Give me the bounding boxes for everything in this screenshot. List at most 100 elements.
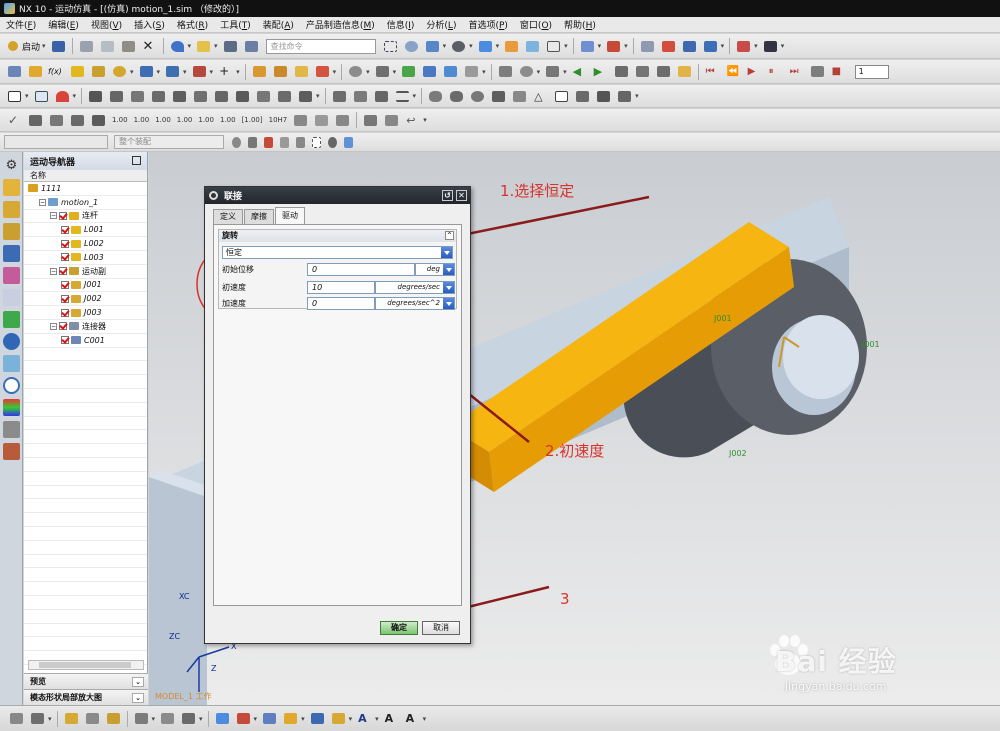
environment-icon[interactable] (6, 63, 23, 80)
link-icon[interactable] (69, 63, 86, 80)
menu-item[interactable]: 视图(V) (85, 18, 128, 31)
pause-icon[interactable]: ⏸ (767, 63, 784, 80)
navigator-row[interactable]: − 连杆 (24, 210, 147, 224)
command-finder-icon[interactable] (222, 38, 239, 55)
render-style-icon[interactable] (450, 38, 467, 55)
snap-feature-icon[interactable] (276, 88, 293, 105)
snap-center-icon[interactable] (150, 88, 167, 105)
snap-arc-icon[interactable] (171, 88, 188, 105)
select-rectangle-icon[interactable] (6, 88, 23, 105)
cylinder2-icon[interactable] (448, 88, 465, 105)
interference-icon[interactable] (293, 63, 310, 80)
navigator-row[interactable]: L001 (24, 223, 147, 238)
snap-point-icon[interactable] (87, 88, 104, 105)
filter-loop-icon[interactable] (294, 134, 306, 151)
shaded-cube-icon[interactable] (477, 38, 494, 55)
navigator-row[interactable]: J001 (24, 279, 147, 293)
acceleration-unit-select[interactable]: degrees/sec^2 (375, 297, 455, 310)
check-mark-icon[interactable]: ✓ (6, 112, 23, 129)
dialog-tab[interactable]: 定义 (213, 209, 243, 224)
bottom-box-icon[interactable] (330, 710, 347, 727)
filter-box-icon[interactable] (310, 134, 322, 151)
resource-hd3d-icon[interactable] (3, 289, 20, 306)
pmi-style-icon[interactable] (69, 112, 86, 129)
initial-velocity-input[interactable]: 10 (307, 281, 375, 294)
copy-body-icon[interactable] (314, 63, 331, 80)
loop-icon[interactable] (809, 63, 826, 80)
bottom-move-icon[interactable] (133, 710, 150, 727)
fit-tol-icon[interactable] (292, 112, 309, 129)
navigator-row[interactable]: J003 (24, 306, 147, 320)
decimal-value-4[interactable]: 1.00 (177, 116, 193, 124)
visibility-checkbox[interactable] (61, 225, 69, 234)
delete-icon[interactable]: ✕ (141, 38, 158, 55)
wcs-icon[interactable] (605, 38, 622, 55)
pmi-dimension-icon[interactable] (27, 112, 44, 129)
leader-icon[interactable] (362, 112, 379, 129)
chevron-down-icon[interactable]: ⌄ (132, 693, 144, 703)
visibility-checkbox[interactable] (59, 322, 67, 331)
type-filter-select[interactable] (4, 135, 108, 149)
view-triad-icon[interactable] (702, 38, 719, 55)
square-icon[interactable] (553, 88, 570, 105)
reset-icon[interactable]: ↺ (442, 190, 453, 201)
resource-clock-icon[interactable] (3, 377, 20, 394)
show-hide-icon[interactable] (660, 38, 677, 55)
corner-icon[interactable] (574, 88, 591, 105)
playback-step-spinner[interactable]: 1 (854, 64, 889, 79)
navigator-row[interactable]: J002 (24, 292, 147, 307)
decimal-value-3[interactable]: 1.00 (155, 116, 171, 124)
edge-icon[interactable] (503, 38, 520, 55)
menu-item[interactable]: 产品制造信息(M) (300, 18, 381, 31)
navigator-row[interactable]: L003 (24, 251, 147, 265)
menu-item[interactable]: 工具(T) (214, 18, 257, 31)
start-gear-icon[interactable] (6, 38, 20, 55)
resource-graph-icon[interactable] (3, 311, 20, 328)
dimension-icon[interactable] (762, 38, 779, 55)
snapshot-icon[interactable] (676, 63, 693, 80)
snap-icon[interactable] (681, 38, 698, 55)
resource-tools-icon[interactable] (3, 421, 20, 438)
maximize-icon[interactable] (132, 156, 141, 165)
menu-item[interactable]: 信息(I) (381, 18, 421, 31)
resource-settings-icon[interactable]: ⚙ (3, 157, 20, 174)
menu-item[interactable]: 文件(F) (0, 18, 42, 31)
preview-panel-header[interactable]: 预览 ⌄ (24, 673, 148, 689)
filter-cube-icon[interactable] (342, 134, 354, 151)
zoom-minus-icon[interactable] (518, 63, 535, 80)
ruler-icon[interactable] (511, 88, 528, 105)
solver-icon[interactable] (400, 63, 417, 80)
bottom-font-icon[interactable]: A (404, 710, 421, 727)
stop-icon[interactable]: ■ (830, 63, 847, 80)
collapse-icon[interactable]: ^ (445, 231, 454, 240)
chevron-down-icon[interactable] (443, 298, 454, 309)
body-filter-icon[interactable] (331, 88, 348, 105)
step-next-icon[interactable]: ⏭ (788, 63, 805, 80)
gear-pair-icon[interactable] (374, 63, 391, 80)
constraint-icon[interactable] (191, 63, 208, 80)
contact-icon[interactable] (164, 63, 181, 80)
cancel-button[interactable]: 取消 (422, 621, 460, 635)
initial-velocity-unit-select[interactable]: degrees/sec (375, 281, 455, 294)
bottom-layer-icon[interactable] (261, 710, 278, 727)
highlight-icon[interactable] (524, 38, 541, 55)
bottom-body-icon[interactable] (84, 710, 101, 727)
dialog-gear-icon[interactable] (209, 191, 218, 200)
menu-item[interactable]: 分析(L) (420, 18, 462, 31)
chevron-down-icon[interactable]: ⌄ (132, 677, 144, 687)
dialog-tab[interactable]: 驱动 (275, 207, 305, 224)
triangle-icon[interactable]: △ (532, 88, 549, 105)
cut-icon[interactable] (78, 38, 95, 55)
navigator-row[interactable]: C001 (24, 334, 147, 348)
bottom-section-icon[interactable] (235, 710, 252, 727)
fit-tol3-icon[interactable] (334, 112, 351, 129)
decimal-value-7[interactable]: [1.00] (242, 116, 263, 124)
window-icon[interactable] (195, 38, 212, 55)
filter-arrow-icon[interactable] (278, 134, 290, 151)
pmi-datum-icon[interactable] (90, 112, 107, 129)
magnet-icon[interactable] (54, 88, 71, 105)
bottom-cube-icon[interactable] (214, 710, 231, 727)
cone-icon[interactable] (490, 88, 507, 105)
spring-icon[interactable] (111, 63, 128, 80)
collapse-node-icon[interactable]: − (50, 322, 57, 330)
